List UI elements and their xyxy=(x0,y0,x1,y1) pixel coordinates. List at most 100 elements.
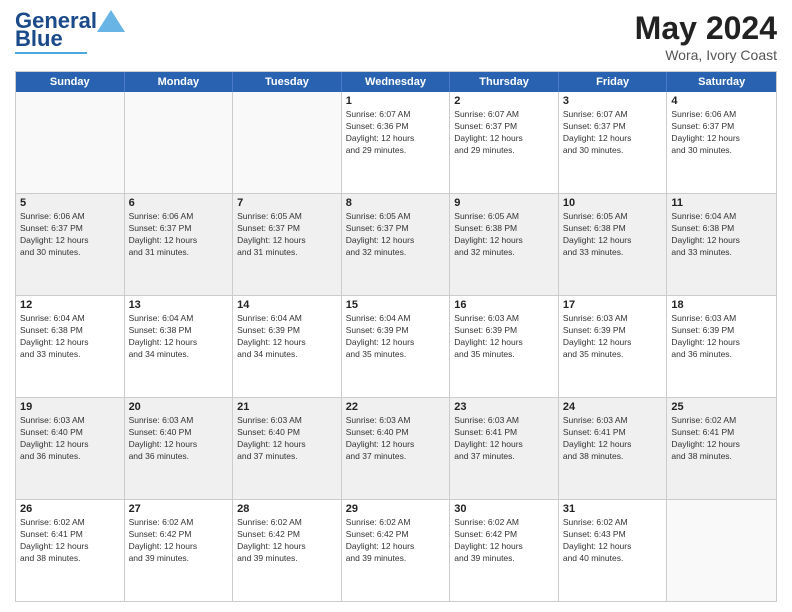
cell-info: Sunrise: 6:07 AM Sunset: 6:36 PM Dayligh… xyxy=(346,109,446,157)
calendar-cell: 13 Sunrise: 6:04 AM Sunset: 6:38 PM Dayli… xyxy=(125,296,234,397)
day-number: 22 xyxy=(346,401,446,413)
header-day-saturday: Saturday xyxy=(667,72,776,92)
cell-info: Sunrise: 6:02 AM Sunset: 6:43 PM Dayligh… xyxy=(563,517,663,565)
calendar-cell: 28 Sunrise: 6:02 AM Sunset: 6:42 PM Dayli… xyxy=(233,500,342,601)
day-number: 15 xyxy=(346,299,446,311)
calendar-header: SundayMondayTuesdayWednesdayThursdayFrid… xyxy=(16,72,776,92)
calendar-cell: 31 Sunrise: 6:02 AM Sunset: 6:43 PM Dayli… xyxy=(559,500,668,601)
sub-title: Wora, Ivory Coast xyxy=(635,47,777,63)
day-number: 6 xyxy=(129,197,229,209)
calendar-cell: 14Sunrise: 6:04 AM Sunset: 6:39 PM Dayli… xyxy=(233,296,342,397)
cell-info: Sunrise: 6:04 AM Sunset: 6:38 PM Dayligh… xyxy=(129,313,229,361)
day-number: 1 xyxy=(346,95,446,107)
calendar-cell: 18 Sunrise: 6:03 AM Sunset: 6:39 PM Dayli… xyxy=(667,296,776,397)
header: General Blue May 2024 Wora, Ivory Coast xyxy=(15,10,777,63)
cell-info: Sunrise: 6:02 AM Sunset: 6:41 PM Dayligh… xyxy=(20,517,120,565)
calendar-cell: 23Sunrise: 6:03 AM Sunset: 6:41 PM Dayli… xyxy=(450,398,559,499)
day-number: 31 xyxy=(563,503,663,515)
day-number: 18 xyxy=(671,299,772,311)
calendar-cell: 27 Sunrise: 6:02 AM Sunset: 6:42 PM Dayli… xyxy=(125,500,234,601)
day-number: 4 xyxy=(671,95,772,107)
calendar-cell: 26 Sunrise: 6:02 AM Sunset: 6:41 PM Dayli… xyxy=(16,500,125,601)
cell-info: Sunrise: 6:02 AM Sunset: 6:42 PM Dayligh… xyxy=(129,517,229,565)
header-day-tuesday: Tuesday xyxy=(233,72,342,92)
header-day-wednesday: Wednesday xyxy=(342,72,451,92)
calendar-row-1: 1 Sunrise: 6:07 AM Sunset: 6:36 PM Daylig… xyxy=(16,92,776,193)
calendar-cell: 3Sunrise: 6:07 AM Sunset: 6:37 PM Daylig… xyxy=(559,92,668,193)
day-number: 11 xyxy=(671,197,772,209)
calendar-row-5: 26 Sunrise: 6:02 AM Sunset: 6:41 PM Dayli… xyxy=(16,499,776,601)
day-number: 16 xyxy=(454,299,554,311)
cell-info: Sunrise: 6:02 AM Sunset: 6:41 PM Dayligh… xyxy=(671,415,772,463)
cell-info: Sunrise: 6:06 AM Sunset: 6:37 PM Dayligh… xyxy=(20,211,120,259)
cell-info: Sunrise: 6:04 AM Sunset: 6:39 PM Dayligh… xyxy=(346,313,446,361)
calendar-row-3: 12 Sunrise: 6:04 AM Sunset: 6:38 PM Dayli… xyxy=(16,295,776,397)
calendar-cell: 6Sunrise: 6:06 AM Sunset: 6:37 PM Daylig… xyxy=(125,194,234,295)
cell-info: Sunrise: 6:04 AM Sunset: 6:38 PM Dayligh… xyxy=(20,313,120,361)
title-area: May 2024 Wora, Ivory Coast xyxy=(635,10,777,63)
day-number: 7 xyxy=(237,197,337,209)
cell-info: Sunrise: 6:03 AM Sunset: 6:40 PM Dayligh… xyxy=(237,415,337,463)
cell-info: Sunrise: 6:04 AM Sunset: 6:38 PM Dayligh… xyxy=(671,211,772,259)
day-number: 2 xyxy=(454,95,554,107)
cell-info: Sunrise: 6:06 AM Sunset: 6:37 PM Dayligh… xyxy=(671,109,772,157)
header-day-thursday: Thursday xyxy=(450,72,559,92)
day-number: 26 xyxy=(20,503,120,515)
calendar-row-4: 19 Sunrise: 6:03 AM Sunset: 6:40 PM Dayli… xyxy=(16,397,776,499)
day-number: 8 xyxy=(346,197,446,209)
calendar-cell: 12 Sunrise: 6:04 AM Sunset: 6:38 PM Dayli… xyxy=(16,296,125,397)
calendar-cell: 8 Sunrise: 6:05 AM Sunset: 6:37 PM Daylig… xyxy=(342,194,451,295)
cell-info: Sunrise: 6:07 AM Sunset: 6:37 PM Dayligh… xyxy=(454,109,554,157)
logo-blue-text: Blue xyxy=(15,28,63,50)
calendar-cell: 22 Sunrise: 6:03 AM Sunset: 6:40 PM Dayli… xyxy=(342,398,451,499)
cell-info: Sunrise: 6:02 AM Sunset: 6:42 PM Dayligh… xyxy=(346,517,446,565)
day-number: 10 xyxy=(563,197,663,209)
calendar-cell: 2 Sunrise: 6:07 AM Sunset: 6:37 PM Daylig… xyxy=(450,92,559,193)
calendar-body: 1 Sunrise: 6:07 AM Sunset: 6:36 PM Daylig… xyxy=(16,92,776,601)
cell-info: Sunrise: 6:03 AM Sunset: 6:41 PM Dayligh… xyxy=(454,415,554,463)
cell-info: Sunrise: 6:02 AM Sunset: 6:42 PM Dayligh… xyxy=(237,517,337,565)
calendar-cell xyxy=(667,500,776,601)
day-number: 30 xyxy=(454,503,554,515)
calendar-cell: 20Sunrise: 6:03 AM Sunset: 6:40 PM Dayli… xyxy=(125,398,234,499)
day-number: 14 xyxy=(237,299,337,311)
calendar-cell xyxy=(233,92,342,193)
day-number: 24 xyxy=(563,401,663,413)
cell-info: Sunrise: 6:05 AM Sunset: 6:37 PM Dayligh… xyxy=(237,211,337,259)
calendar-row-2: 5Sunrise: 6:06 AM Sunset: 6:37 PM Daylig… xyxy=(16,193,776,295)
header-day-sunday: Sunday xyxy=(16,72,125,92)
calendar-cell: 4 Sunrise: 6:06 AM Sunset: 6:37 PM Daylig… xyxy=(667,92,776,193)
calendar-cell: 5Sunrise: 6:06 AM Sunset: 6:37 PM Daylig… xyxy=(16,194,125,295)
cell-info: Sunrise: 6:03 AM Sunset: 6:40 PM Dayligh… xyxy=(20,415,120,463)
calendar-cell: 24 Sunrise: 6:03 AM Sunset: 6:41 PM Dayli… xyxy=(559,398,668,499)
day-number: 9 xyxy=(454,197,554,209)
cell-info: Sunrise: 6:02 AM Sunset: 6:42 PM Dayligh… xyxy=(454,517,554,565)
logo-underline xyxy=(15,52,87,54)
cell-info: Sunrise: 6:03 AM Sunset: 6:40 PM Dayligh… xyxy=(346,415,446,463)
header-day-monday: Monday xyxy=(125,72,234,92)
cell-info: Sunrise: 6:05 AM Sunset: 6:37 PM Dayligh… xyxy=(346,211,446,259)
calendar-cell: 25 Sunrise: 6:02 AM Sunset: 6:41 PM Dayli… xyxy=(667,398,776,499)
day-number: 19 xyxy=(20,401,120,413)
main-title: May 2024 xyxy=(635,10,777,47)
day-number: 25 xyxy=(671,401,772,413)
calendar-cell: 21 Sunrise: 6:03 AM Sunset: 6:40 PM Dayli… xyxy=(233,398,342,499)
calendar-cell: 15 Sunrise: 6:04 AM Sunset: 6:39 PM Dayli… xyxy=(342,296,451,397)
cell-info: Sunrise: 6:03 AM Sunset: 6:39 PM Dayligh… xyxy=(671,313,772,361)
day-number: 12 xyxy=(20,299,120,311)
calendar-cell: 16Sunrise: 6:03 AM Sunset: 6:39 PM Dayli… xyxy=(450,296,559,397)
calendar-cell: 17Sunrise: 6:03 AM Sunset: 6:39 PM Dayli… xyxy=(559,296,668,397)
cell-info: Sunrise: 6:07 AM Sunset: 6:37 PM Dayligh… xyxy=(563,109,663,157)
calendar-cell: 30 Sunrise: 6:02 AM Sunset: 6:42 PM Dayli… xyxy=(450,500,559,601)
logo: General Blue xyxy=(15,10,125,54)
calendar-cell xyxy=(125,92,234,193)
day-number: 13 xyxy=(129,299,229,311)
day-number: 29 xyxy=(346,503,446,515)
day-number: 27 xyxy=(129,503,229,515)
day-number: 21 xyxy=(237,401,337,413)
calendar-cell: 10Sunrise: 6:05 AM Sunset: 6:38 PM Dayli… xyxy=(559,194,668,295)
header-day-friday: Friday xyxy=(559,72,668,92)
calendar-cell xyxy=(16,92,125,193)
cell-info: Sunrise: 6:03 AM Sunset: 6:41 PM Dayligh… xyxy=(563,415,663,463)
day-number: 28 xyxy=(237,503,337,515)
